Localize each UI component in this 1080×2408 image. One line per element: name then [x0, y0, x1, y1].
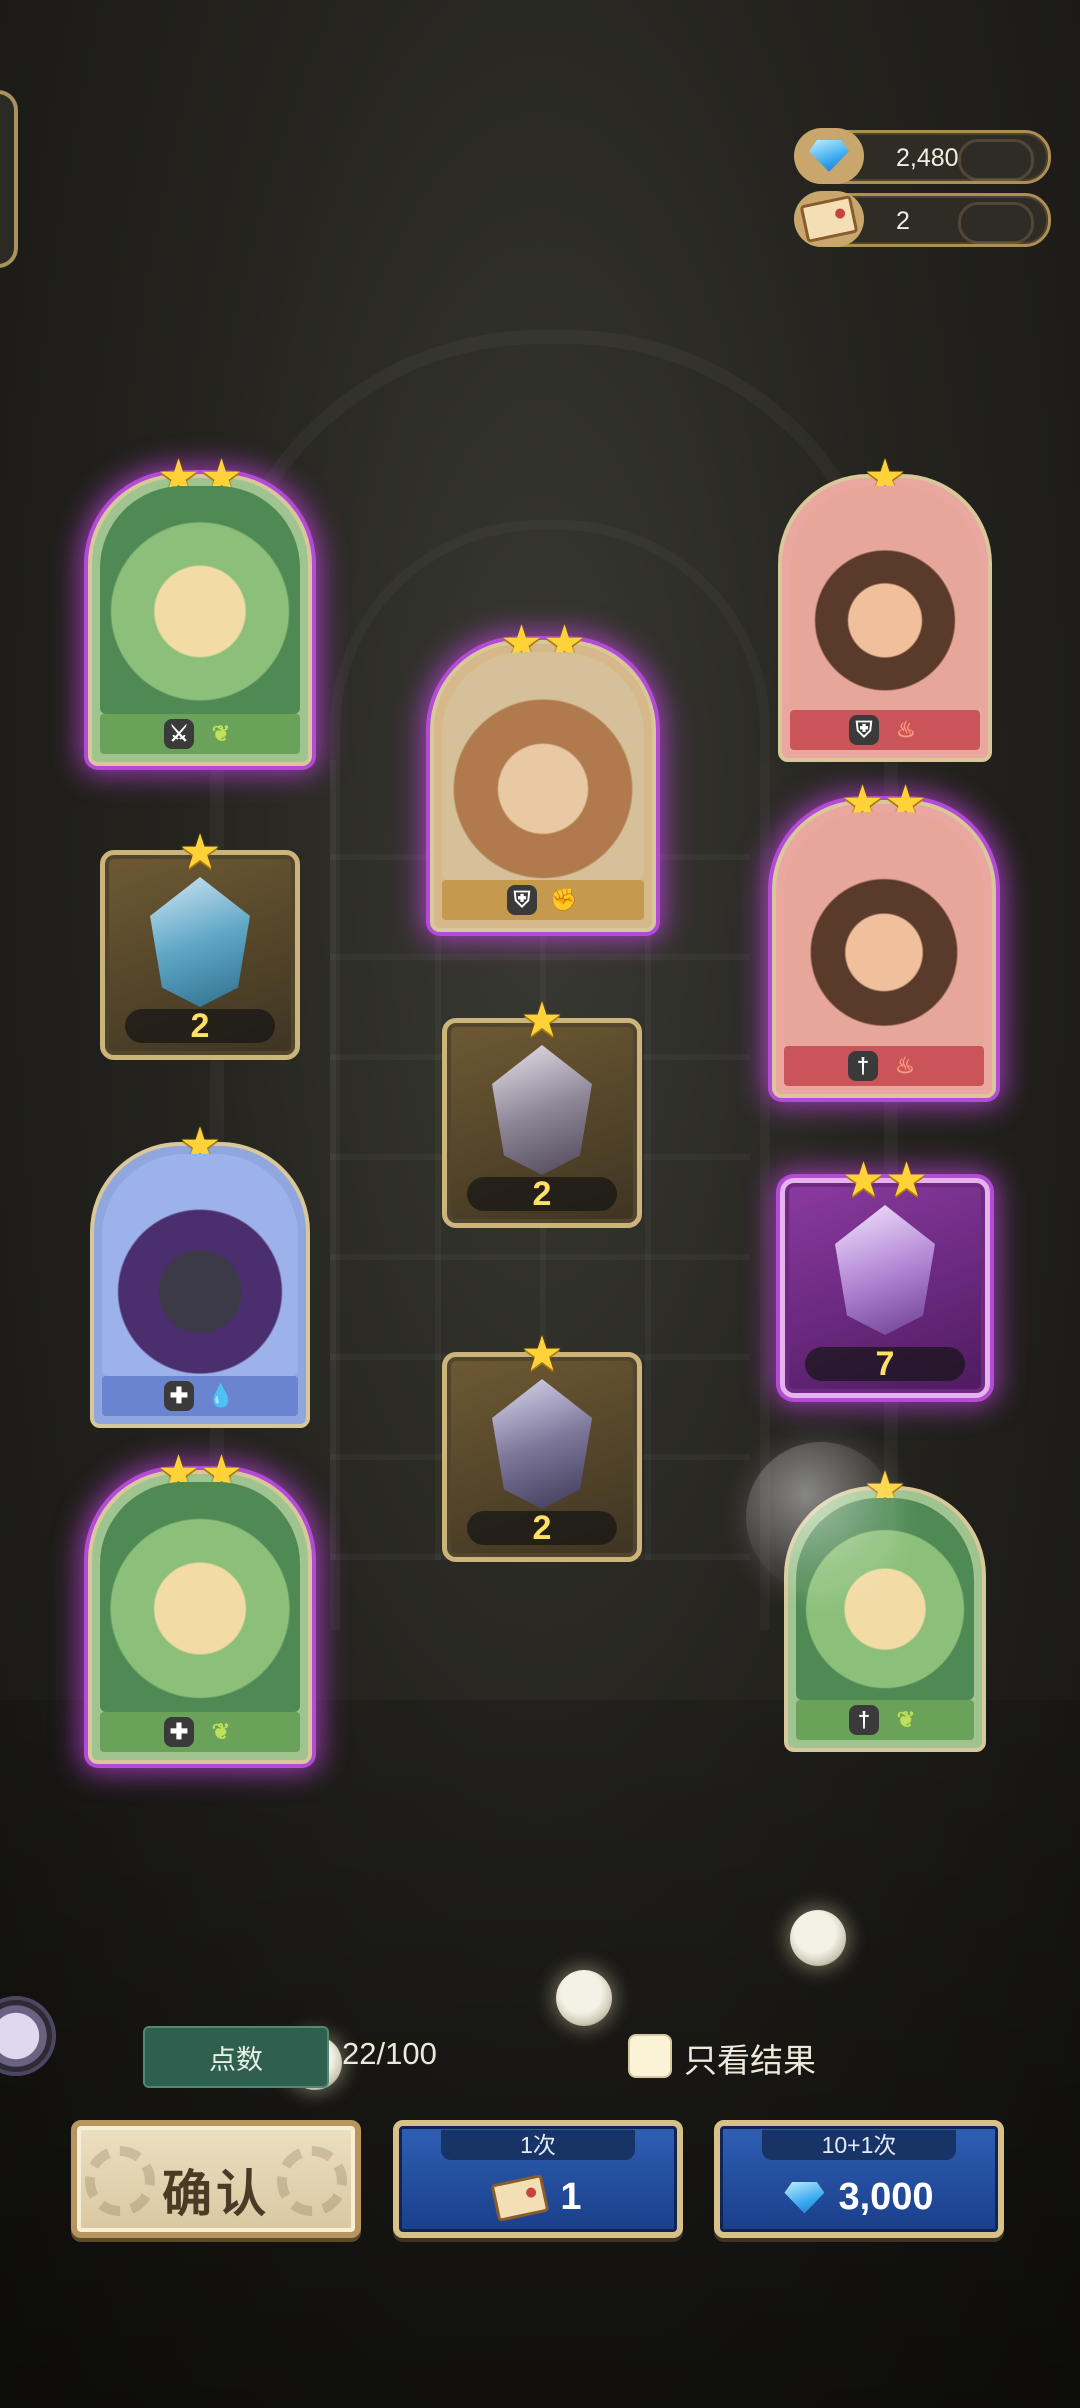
hero-card-horned-warrior[interactable]: ★★ ⛨ ✊ [430, 620, 656, 932]
crystal-shard [835, 1205, 935, 1335]
leaf-element-icon: ❦ [211, 721, 231, 746]
star-rating: ★★ [841, 1154, 929, 1207]
hero-portrait [784, 812, 984, 1046]
left-edge-panel[interactable] [0, 90, 18, 268]
shard-count: 2 [467, 1511, 617, 1545]
light-orb [790, 1910, 846, 1966]
light-orb [556, 1970, 612, 2026]
gem-count: 2,480 [896, 144, 959, 172]
leaf-element-icon: ❦ [211, 1719, 231, 1744]
shard-count: 2 [467, 1177, 617, 1211]
single-pull-button[interactable]: 1次 1 [393, 2120, 683, 2238]
hero-card-pirate[interactable]: ★ ⛨ ♨ [778, 454, 992, 762]
crystal-shard [492, 1379, 592, 1509]
tank-role-icon: ⛨ [507, 885, 537, 915]
leaf-element-icon: ❦ [896, 1707, 916, 1732]
melee-role-icon: † [848, 1051, 878, 1081]
shard-tile-doctor[interactable]: ★ 2 [442, 1331, 642, 1562]
points-label: 点数 [143, 2026, 329, 2088]
light-bubble [746, 1442, 896, 1592]
confirm-label: 确认 [162, 2166, 270, 2222]
water-element-icon: 💧 [207, 1383, 235, 1408]
hero-portrait [100, 486, 300, 714]
result-only-label[interactable]: 只看结果 [684, 2034, 816, 2082]
confirm-button[interactable]: 确认 [71, 2120, 361, 2238]
single-pull-cost: 1 [560, 2176, 582, 2218]
hero-card-plague-doctor[interactable]: ★ ✚ 💧 [90, 1122, 310, 1428]
star-rating: ★ [520, 994, 564, 1047]
shard-tile-blue[interactable]: ★ 2 [100, 829, 300, 1060]
ticket-icon [794, 191, 864, 247]
points-value: 22/100 [342, 2036, 437, 2071]
fire-element-icon: ♨ [895, 1053, 915, 1078]
ticket-icon [491, 2173, 550, 2222]
ticket-currency-pill: 2 [794, 191, 1051, 247]
melee-role-icon: † [849, 1705, 879, 1735]
healer-role-icon: ✚ [164, 1717, 194, 1747]
ranged-role-icon: ⚔ [164, 719, 194, 749]
crystal-shard [492, 1045, 592, 1175]
multi-pull-tab: 10+1次 [762, 2130, 956, 2160]
fist-element-icon: ✊ [550, 887, 578, 912]
tank-role-icon: ⛨ [849, 715, 879, 745]
gem-icon [794, 128, 864, 184]
healer-role-icon: ✚ [164, 1381, 194, 1411]
multi-pull-cost: 3,000 [838, 2176, 934, 2218]
gem-currency-pill: 2,480 [794, 128, 1051, 184]
multi-pull-button[interactable]: 10+1次 3,000 [714, 2120, 1004, 2238]
hero-portrait [442, 652, 644, 880]
hero-portrait [100, 1482, 300, 1712]
crystal-shard [150, 877, 250, 1007]
ticket-count: 2 [896, 207, 910, 235]
hero-card-goggles-warrior[interactable]: ★★ † ♨ [772, 780, 996, 1098]
fire-element-icon: ♨ [896, 717, 916, 742]
shard-count: 2 [125, 1009, 275, 1043]
star-rating: ★ [178, 826, 222, 879]
hero-card-fairy[interactable]: ★★ ⚔ ❦ [88, 454, 312, 766]
shard-tile-purple[interactable]: ★★ 7 [780, 1157, 990, 1398]
result-only-checkbox[interactable] [628, 2034, 672, 2078]
hero-card-butterfly-fairy[interactable]: ★★ ✚ ❦ [88, 1450, 312, 1764]
single-pull-tab: 1次 [441, 2130, 635, 2160]
shard-tile-witch[interactable]: ★ 2 [442, 997, 642, 1228]
hero-portrait [102, 1154, 298, 1376]
shard-count: 7 [805, 1347, 965, 1381]
hero-portrait [790, 486, 980, 710]
star-rating: ★ [520, 1328, 564, 1381]
gem-icon [784, 2181, 825, 2214]
